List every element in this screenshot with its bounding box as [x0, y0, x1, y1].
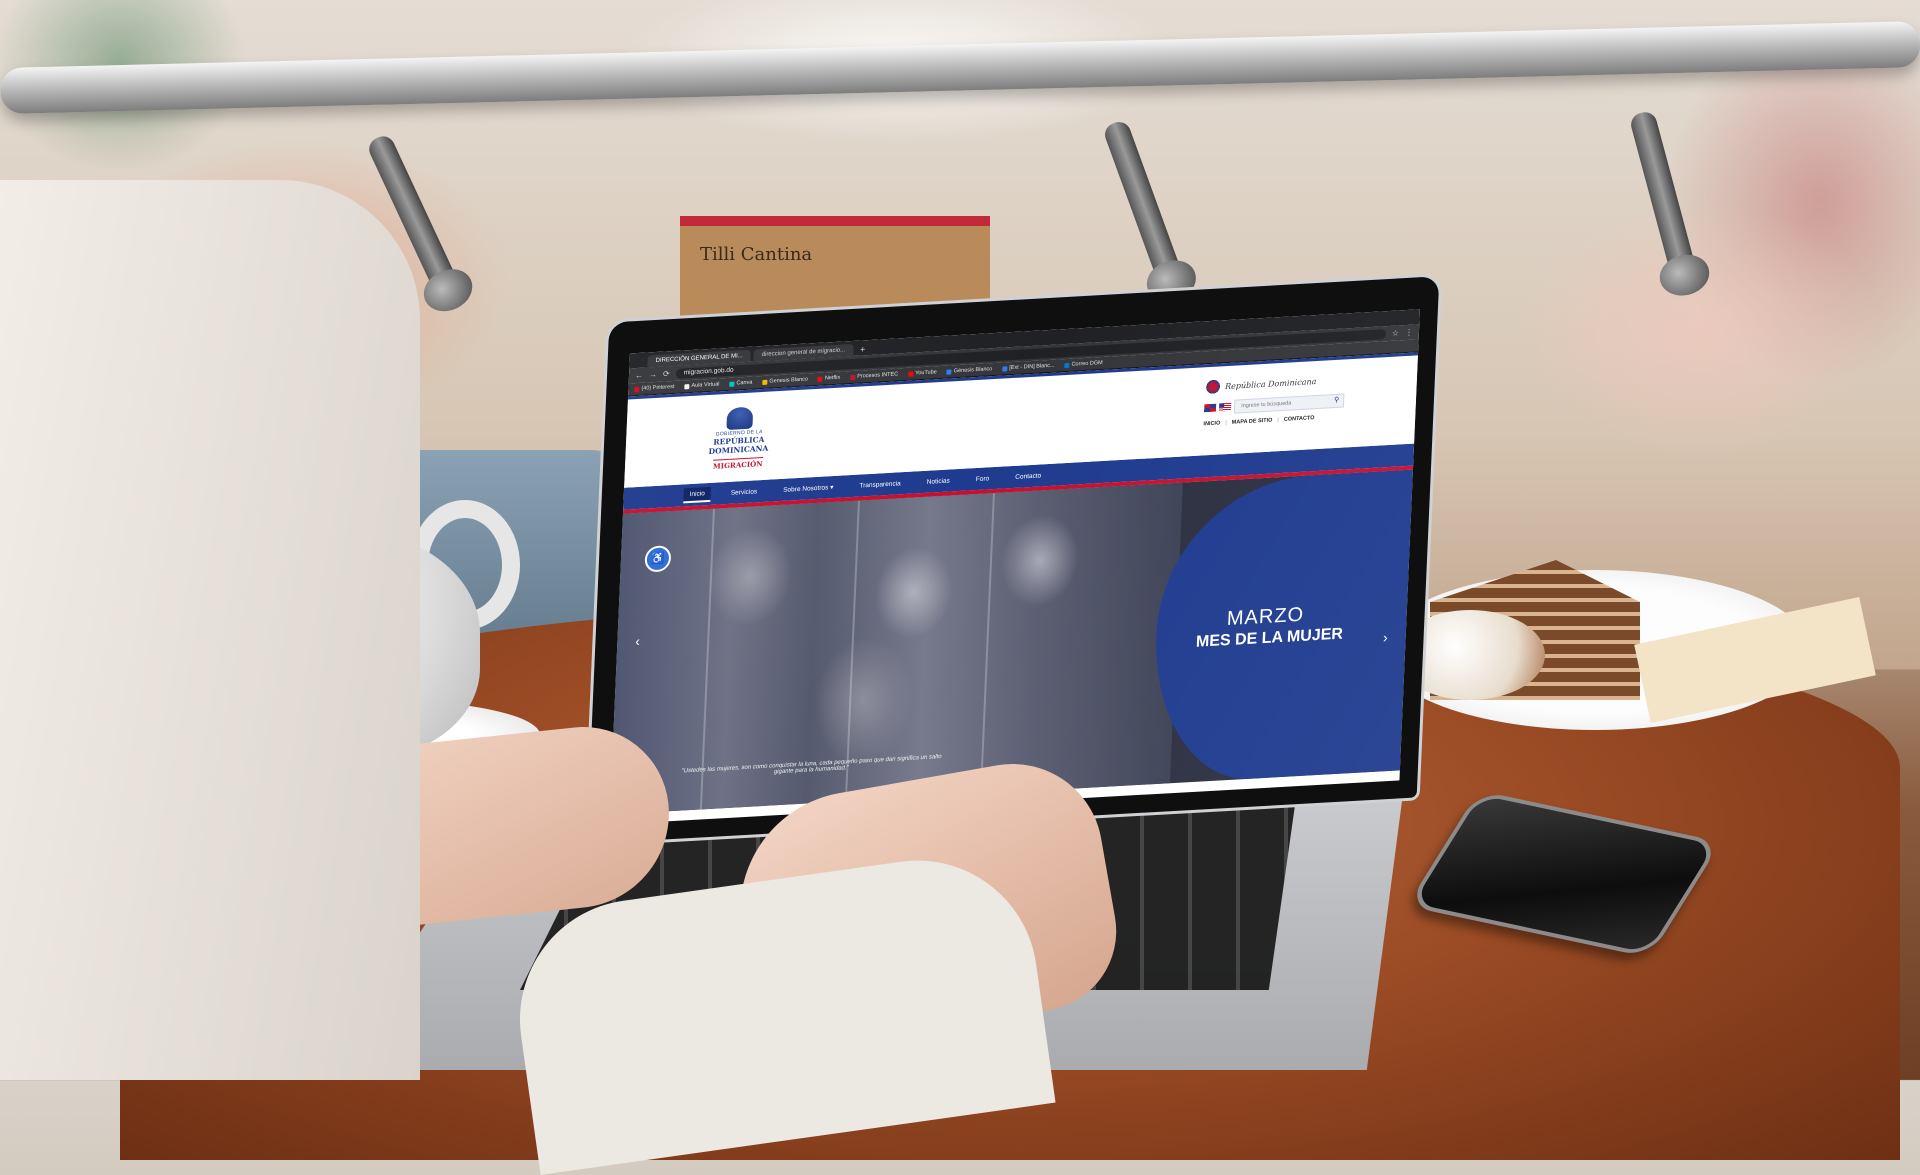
bookmark-item[interactable]: YouTube — [908, 369, 937, 377]
bookmark-item[interactable]: Canva — [729, 380, 752, 387]
laptop-screen: DIRECCIÓN GENERAL DE MI... direccion gen… — [609, 309, 1420, 825]
nav-foro[interactable]: Foro — [970, 471, 996, 485]
republic-script-title: República Dominicana — [1224, 376, 1317, 391]
bookmark-item[interactable]: Procesos INTEC — [850, 371, 898, 380]
nav-noticias[interactable]: Noticias — [920, 474, 956, 489]
app-icon — [946, 368, 952, 375]
bookmark-item[interactable]: Genesis Blanco — [762, 376, 808, 385]
bookmark-item[interactable]: Génesis Blanco — [946, 366, 992, 375]
page-icon — [684, 383, 690, 389]
link-contacto[interactable]: CONTACTO — [1284, 415, 1315, 423]
flag-us-icon[interactable] — [1218, 402, 1232, 412]
flag-do-icon[interactable] — [1202, 402, 1218, 414]
forward-icon[interactable]: → — [649, 370, 657, 379]
youtube-icon — [908, 371, 914, 377]
nav-servicios[interactable]: Servicios — [725, 484, 764, 499]
link-mapa-de-sitio[interactable]: MAPA DE SITIO — [1232, 417, 1273, 425]
reload-icon[interactable]: ⟳ — [663, 369, 670, 378]
nav-sobre-nosotros[interactable]: Sobre Nosotros ▾ — [777, 480, 840, 498]
nav-transparencia[interactable]: Transparencia — [853, 476, 907, 492]
link-inicio[interactable]: INICIO — [1203, 420, 1220, 427]
coat-of-arms-icon — [1204, 378, 1222, 396]
canva-icon — [729, 381, 735, 387]
search-icon[interactable]: ⚲ — [1334, 395, 1340, 407]
search-input[interactable]: Ingrese tu búsqueda ⚲ — [1233, 393, 1345, 414]
netflix-icon — [817, 376, 823, 382]
intec-icon — [850, 374, 856, 380]
pinterest-icon — [634, 386, 640, 392]
search-row: Ingrese tu búsqueda ⚲ — [1202, 393, 1345, 415]
link-separator: | — [1277, 417, 1279, 424]
search-placeholder: Ingrese tu búsqueda — [1241, 400, 1292, 410]
bookmark-item[interactable]: (40) Pinterest — [634, 384, 675, 392]
carousel-prev-icon[interactable]: ‹ — [635, 633, 640, 649]
logo-line-3: MIGRACIÓN — [712, 456, 763, 471]
capitol-dome-icon — [726, 406, 754, 431]
hero-carousel: ♿ ‹ "Ustedes las mujeres, son como conqu… — [609, 469, 1413, 815]
cafe-sign-text: Tilli Cantina — [700, 244, 813, 265]
republic-branding: República Dominicana — [1204, 371, 1346, 396]
hero-title-panel: MARZO MES DE LA MUJER › — [1149, 469, 1413, 785]
extensions-icon[interactable]: ⋮ — [1405, 328, 1413, 337]
star-icon[interactable]: ☆ — [1392, 328, 1400, 337]
header-right: República Dominicana Ingrese tu búsqueda… — [1202, 371, 1346, 427]
bookmark-item[interactable]: Netflix — [817, 375, 840, 382]
new-tab-button[interactable]: + — [856, 343, 870, 356]
site-logo[interactable]: GOBIERNO DE LA REPÚBLICA DOMINICANA MIGR… — [682, 404, 795, 475]
back-icon[interactable]: ← — [635, 371, 643, 380]
carousel-next-icon[interactable]: › — [1383, 629, 1388, 645]
bookmark-item[interactable]: Correo DGM — [1064, 360, 1103, 368]
bookmark-item[interactable]: [Ext - DIN] Blanc... — [1002, 363, 1055, 372]
bookmark-item[interactable]: Aula Virtual — [684, 381, 720, 389]
app-icon — [1002, 365, 1008, 372]
nav-contacto[interactable]: Contacto — [1009, 469, 1048, 484]
sleeve — [0, 180, 420, 1080]
hero-title-main: MES DE LA MUJER — [1195, 625, 1344, 651]
link-separator: | — [1225, 420, 1227, 427]
top-links: INICIO | MAPA DE SITIO | CONTACTO — [1203, 414, 1343, 427]
nav-inicio[interactable]: Inicio — [683, 486, 712, 503]
drive-icon — [762, 379, 768, 385]
mail-icon — [1064, 362, 1070, 368]
laptop-lid: DIRECCIÓN GENERAL DE MI... direccion gen… — [586, 276, 1440, 844]
hero-title-month: MARZO — [1226, 603, 1305, 631]
